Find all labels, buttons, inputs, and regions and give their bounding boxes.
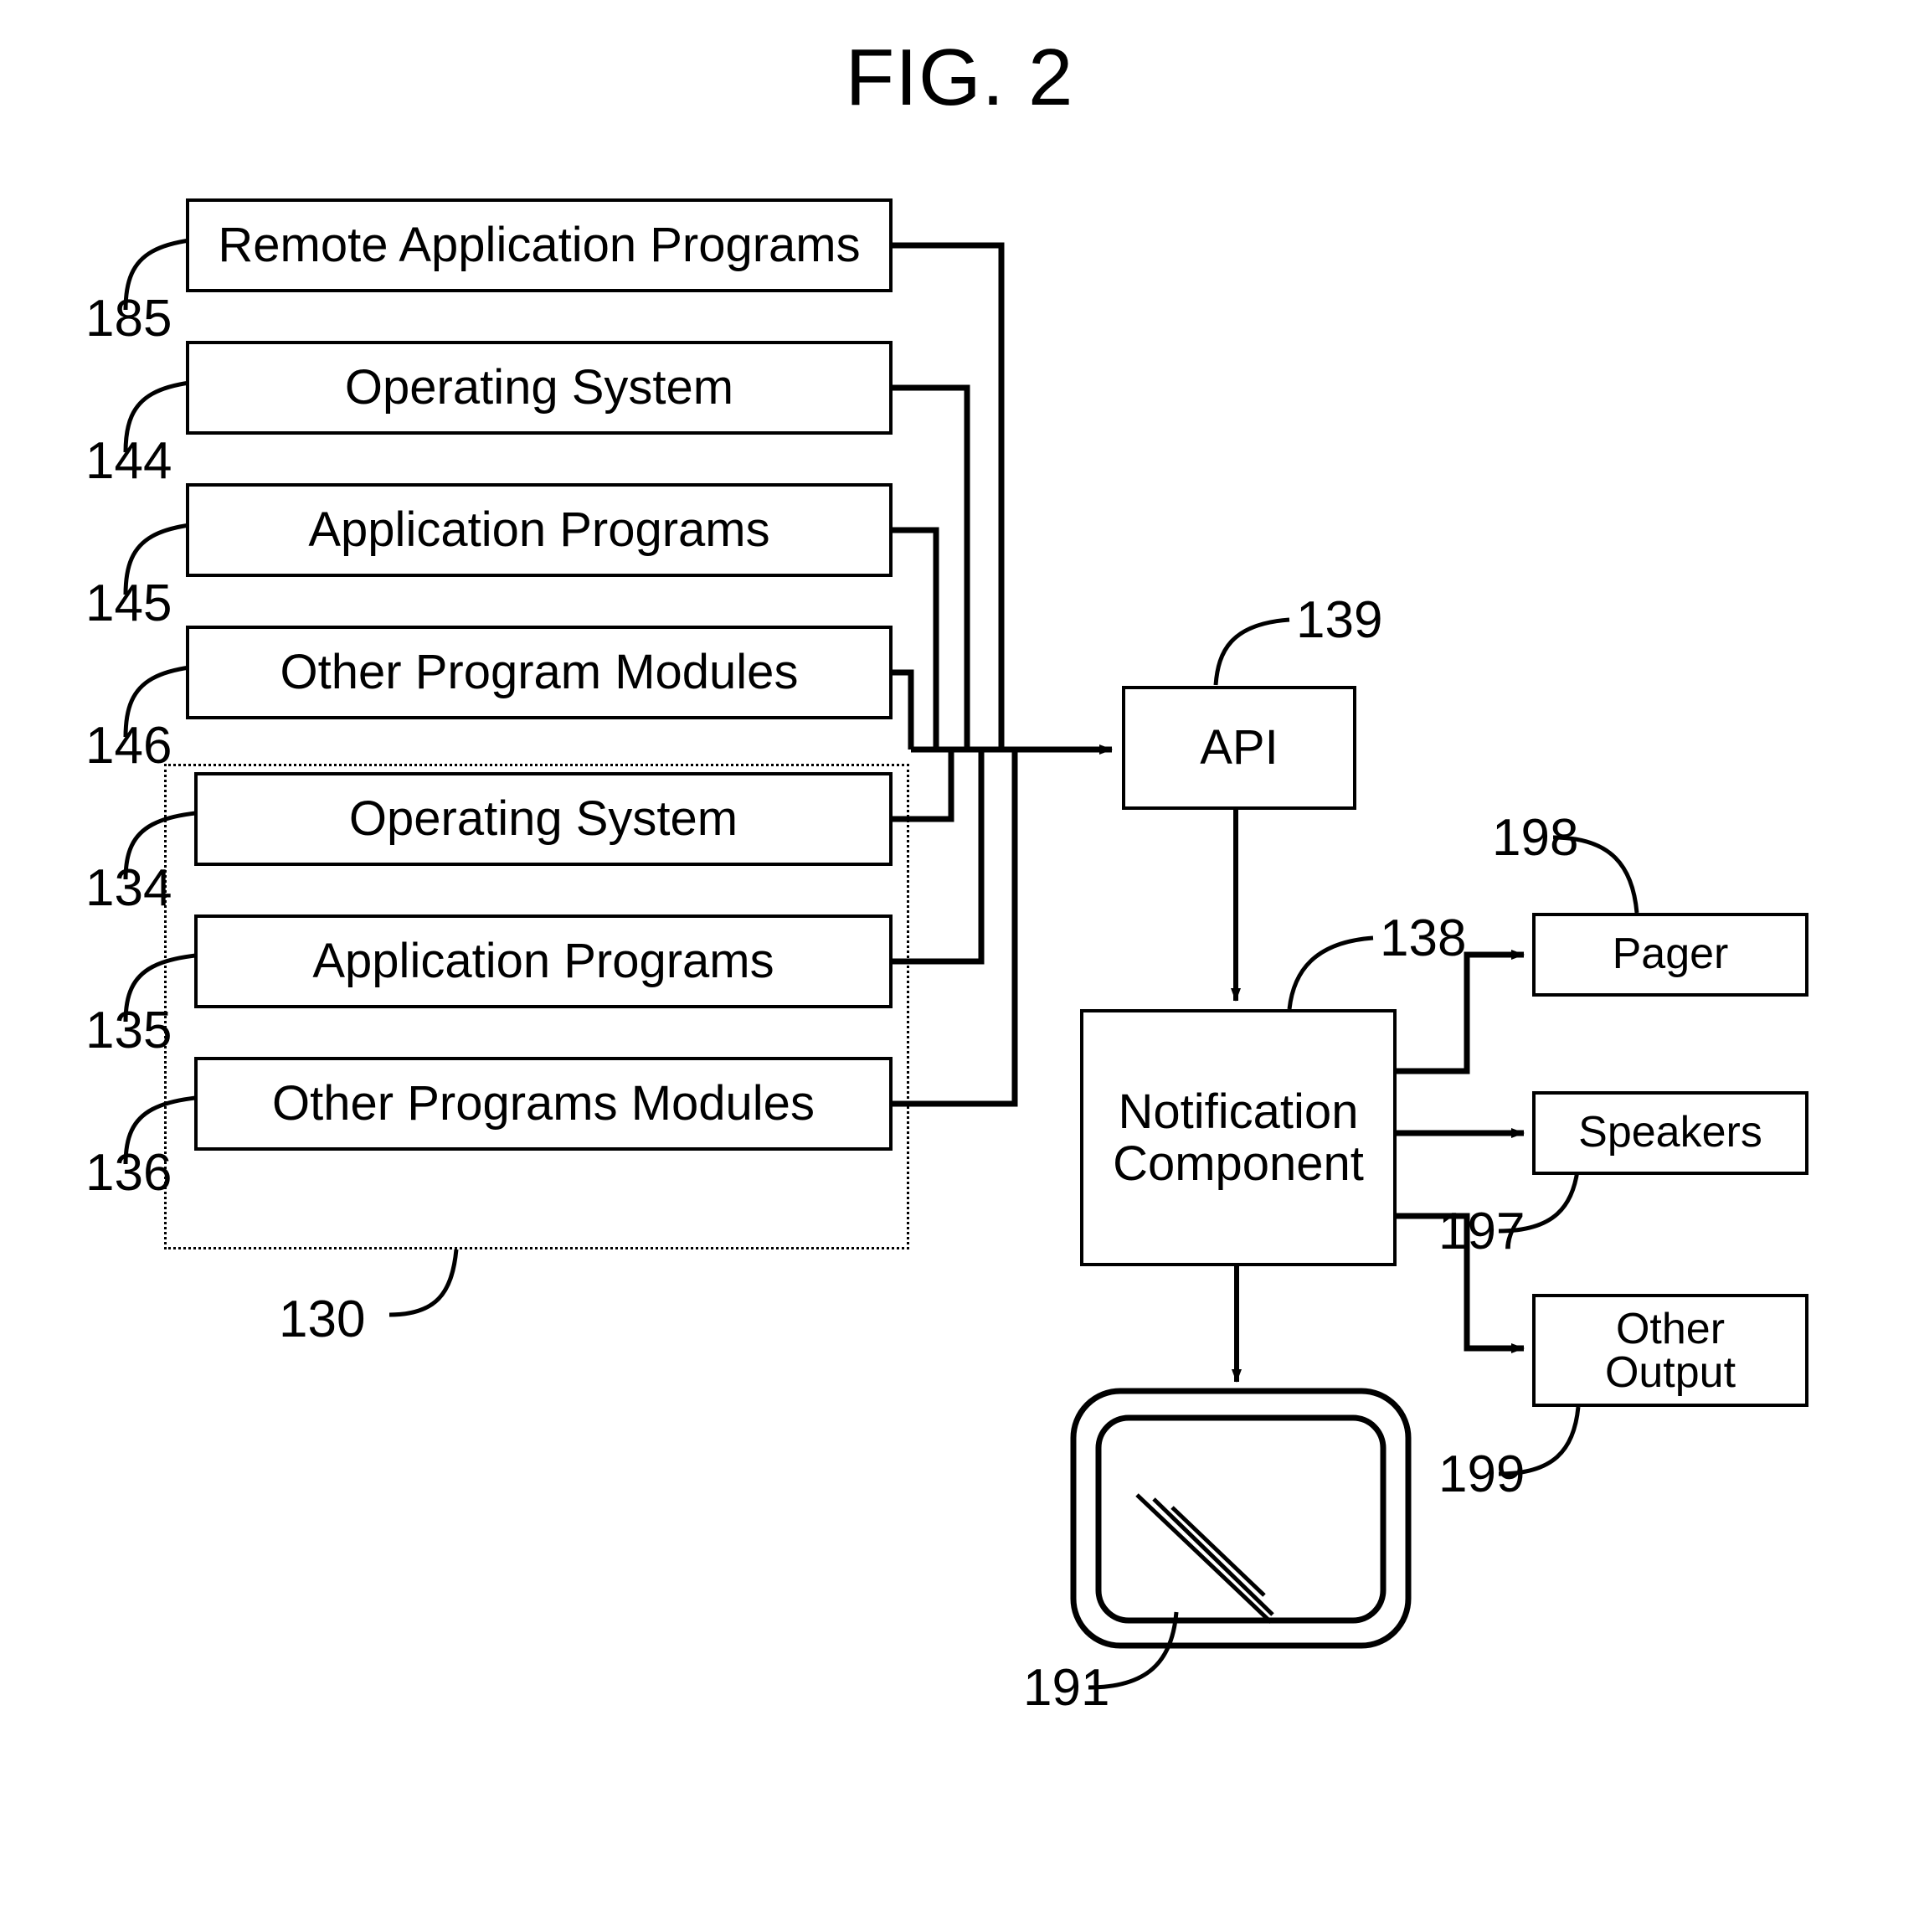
ref-number-139: 139 [1296,591,1383,649]
ref-number-138: 138 [1380,909,1467,967]
ref-number-197: 197 [1438,1203,1525,1260]
ref-number-185: 185 [85,290,172,348]
link-app-lower-to-bus [892,750,985,965]
box-remote-application-programs[interactable]: Remote Application Programs [186,198,893,292]
box-application-programs-upper[interactable]: Application Programs [186,483,893,577]
box-label: Application Programs [312,934,774,989]
box-label-line-1: Notification [1118,1084,1359,1140]
leader-130 [388,1249,459,1317]
link-otherpm-upper-to-bus [892,669,914,750]
box-notification-component[interactable]: Notification Component [1080,1009,1397,1266]
box-api[interactable]: API [1122,686,1356,810]
ref-number-136: 136 [85,1144,172,1202]
ref-number-199: 199 [1438,1445,1525,1503]
box-label-line-1: Other [1615,1304,1726,1353]
patent-figure-canvas: FIG. 2 Remote Application Programs Opera… [0,0,1919,1932]
box-label: Other Programs Modules [272,1076,815,1131]
ref-number-198: 198 [1492,809,1579,867]
leader-138 [1287,935,1374,1010]
ref-number-191: 191 [1023,1659,1110,1717]
box-operating-system-lower[interactable]: Operating System [194,772,893,866]
link-os-lower-to-bus [892,750,954,822]
box-label-line-2: Component [1113,1136,1364,1191]
box-operating-system-upper[interactable]: Operating System [186,341,893,435]
box-label-line-2: Output [1604,1347,1736,1397]
monitor-glare-line-3 [1170,1506,1266,1597]
link-os-upper-to-bus [892,384,970,750]
monitor-screen [1095,1414,1387,1624]
ref-number-134: 134 [85,859,172,917]
monitor-outer-shell [1070,1388,1412,1649]
box-application-programs-lower[interactable]: Application Programs [194,914,893,1008]
box-label: API [1200,720,1278,775]
box-label: Remote Application Programs [218,218,861,273]
leader-139 [1213,617,1290,686]
ref-number-146: 146 [85,717,172,775]
box-speakers[interactable]: Speakers [1532,1091,1808,1175]
box-other-program-modules-upper[interactable]: Other Program Modules [186,626,893,719]
ref-number-130: 130 [279,1291,366,1348]
box-pager[interactable]: Pager [1532,913,1808,997]
monitor-glare-line-2 [1152,1497,1274,1616]
box-other-output[interactable]: Other Output [1532,1294,1808,1407]
ref-number-145: 145 [85,574,172,632]
ref-number-144: 144 [85,432,172,490]
box-label: Pager [1612,930,1729,979]
box-label: Speakers [1578,1108,1762,1157]
arrow-notification-to-pager [1397,950,1525,1074]
monitor-glare-line-1 [1135,1493,1273,1624]
box-label: Operating System [348,791,738,847]
box-label: Application Programs [308,502,770,558]
box-other-programs-modules-lower[interactable]: Other Programs Modules [194,1057,893,1151]
box-label: Operating System [344,360,734,415]
ref-number-135: 135 [85,1002,172,1059]
box-label: Other Program Modules [280,645,799,700]
